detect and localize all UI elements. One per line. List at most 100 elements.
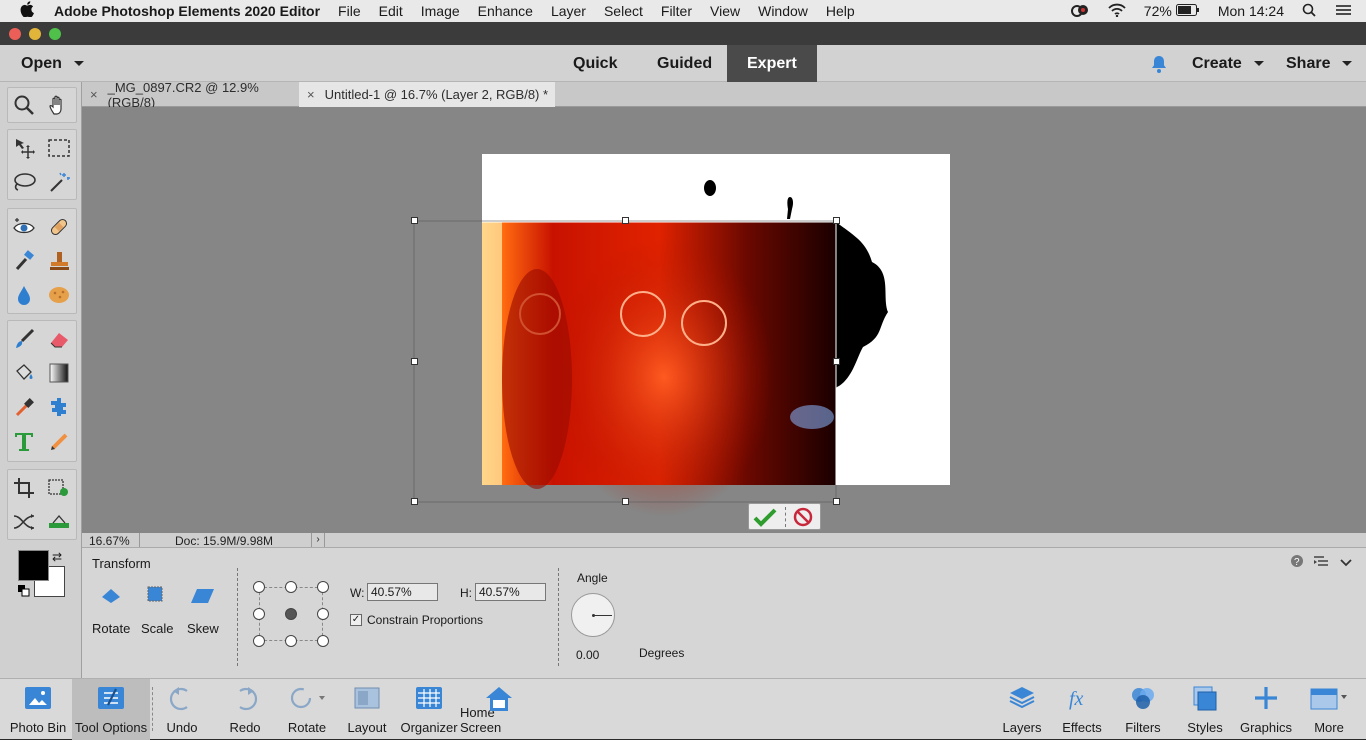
scale-mode-label[interactable]: Scale — [141, 621, 174, 636]
straighten-icon[interactable] — [44, 507, 74, 537]
type-icon[interactable] — [9, 426, 39, 456]
layout-button[interactable]: Layout — [344, 679, 390, 740]
graphics-button[interactable]: Graphics — [1238, 679, 1294, 740]
tool-options-button[interactable]: Tool Options — [72, 679, 150, 740]
collapse-panel-icon[interactable] — [1340, 556, 1352, 571]
mode-guided[interactable]: Guided — [657, 45, 712, 82]
magic-wand-icon[interactable] — [44, 167, 74, 197]
reference-point-center[interactable] — [285, 608, 297, 620]
menu-view[interactable]: View — [710, 3, 740, 19]
close-tab-icon[interactable]: × — [307, 87, 315, 102]
tab-untitled-1[interactable]: × Untitled-1 @ 16.7% (Layer 2, RGB/8) * — [299, 82, 555, 107]
transform-handle-right[interactable] — [833, 358, 840, 365]
cancel-icon[interactable] — [792, 507, 814, 527]
menu-window[interactable]: Window — [758, 3, 808, 19]
constrain-label[interactable]: Constrain Proportions — [367, 613, 483, 627]
app-name[interactable]: Adobe Photoshop Elements 2020 Editor — [54, 3, 320, 19]
menu-image[interactable]: Image — [421, 3, 460, 19]
transform-handle-left[interactable] — [411, 358, 418, 365]
hand-icon[interactable] — [44, 90, 74, 120]
eyedropper-icon[interactable] — [9, 392, 39, 422]
red-eye-icon[interactable] — [9, 212, 39, 242]
photo-bin-button[interactable]: Photo Bin — [8, 679, 68, 740]
close-tab-icon[interactable]: × — [90, 87, 98, 102]
crop-icon[interactable] — [9, 473, 39, 503]
zoom-window-button[interactable] — [49, 28, 61, 40]
menu-file[interactable]: File — [338, 3, 361, 19]
smart-brush-icon[interactable] — [9, 246, 39, 276]
reference-point-r[interactable] — [317, 608, 329, 620]
transform-handle-top-left[interactable] — [411, 217, 418, 224]
angle-value[interactable]: 0.00 — [576, 648, 599, 662]
minimize-window-button[interactable] — [29, 28, 41, 40]
zoom-field[interactable]: 16.67% — [82, 533, 140, 548]
transform-handle-bottom-right[interactable] — [833, 498, 840, 505]
search-icon[interactable] — [1302, 3, 1316, 20]
angle-dial[interactable] — [571, 593, 615, 637]
organizer-button[interactable]: Organizer — [400, 679, 458, 740]
swap-colors-icon[interactable]: ⇄ — [52, 550, 62, 564]
scale-mode-icon[interactable] — [146, 585, 166, 605]
rotate-mode-icon[interactable] — [100, 585, 122, 607]
brush-icon[interactable] — [9, 324, 39, 354]
reference-point-b[interactable] — [285, 635, 297, 647]
tab-mg-0897[interactable]: × _MG_0897.CR2 @ 12.9% (RGB/8) — [82, 80, 299, 110]
constrain-checkbox[interactable]: ✓ — [350, 614, 362, 626]
sponge-icon[interactable] — [44, 280, 74, 310]
transform-handle-top[interactable] — [622, 217, 629, 224]
undo-button[interactable]: Undo — [160, 679, 204, 740]
default-colors-icon[interactable] — [18, 585, 30, 597]
help-icon[interactable]: ? — [1290, 554, 1304, 571]
apple-icon[interactable] — [20, 1, 38, 21]
filters-button[interactable]: Filters — [1122, 679, 1164, 740]
zoom-icon[interactable] — [9, 90, 39, 120]
gradient-icon[interactable] — [44, 358, 74, 388]
commit-checkmark-icon[interactable] — [753, 507, 777, 527]
spot-healing-icon[interactable] — [44, 212, 74, 242]
transform-handle-top-right[interactable] — [833, 217, 840, 224]
mode-expert[interactable]: Expert — [727, 45, 817, 82]
skew-mode-label[interactable]: Skew — [187, 621, 219, 636]
reference-point-tr[interactable] — [317, 581, 329, 593]
rotate-button[interactable]: Rotate — [280, 679, 334, 740]
redo-button[interactable]: Redo — [222, 679, 268, 740]
menu-select[interactable]: Select — [604, 3, 643, 19]
custom-shape-icon[interactable] — [44, 392, 74, 422]
transform-handle-bottom[interactable] — [622, 498, 629, 505]
recompose-icon[interactable] — [44, 473, 74, 503]
rotate-mode-label[interactable]: Rotate — [92, 621, 130, 636]
reference-point-bl[interactable] — [253, 635, 265, 647]
home-screen-button[interactable]: Home Screen — [460, 679, 538, 740]
paint-bucket-icon[interactable] — [9, 358, 39, 388]
styles-button[interactable]: Styles — [1184, 679, 1226, 740]
lasso-icon[interactable] — [9, 167, 39, 197]
reference-point-tl[interactable] — [253, 581, 265, 593]
document-canvas[interactable] — [82, 107, 1366, 533]
menu-enhance[interactable]: Enhance — [478, 3, 533, 19]
clone-stamp-icon[interactable] — [44, 246, 74, 276]
status-arrow-icon[interactable]: › — [311, 533, 325, 547]
height-field[interactable]: 40.57% — [475, 583, 546, 601]
mode-quick[interactable]: Quick — [573, 45, 617, 82]
canvas-workspace[interactable] — [82, 107, 1366, 533]
clock[interactable]: Mon 14:24 — [1218, 3, 1284, 19]
panel-menu-icon[interactable] — [1314, 555, 1330, 570]
menu-help[interactable]: Help — [826, 3, 855, 19]
pencil-icon[interactable] — [44, 426, 74, 456]
more-button[interactable]: More — [1304, 679, 1354, 740]
menu-edit[interactable]: Edit — [379, 3, 403, 19]
create-menu[interactable]: Create — [1192, 45, 1264, 82]
menu-layer[interactable]: Layer — [551, 3, 586, 19]
creative-cloud-icon[interactable] — [1070, 3, 1090, 20]
wifi-icon[interactable] — [1108, 3, 1126, 20]
foreground-color-swatch[interactable] — [18, 550, 49, 581]
layers-button[interactable]: Layers — [1000, 679, 1044, 740]
effects-button[interactable]: fx Effects — [1058, 679, 1106, 740]
battery-icon[interactable] — [1175, 3, 1200, 19]
open-button[interactable]: Open — [21, 45, 84, 82]
skew-mode-icon[interactable] — [191, 588, 215, 604]
width-field[interactable]: 40.57% — [367, 583, 438, 601]
notification-bell-icon[interactable] — [1150, 45, 1168, 82]
menu-filter[interactable]: Filter — [661, 3, 692, 19]
reference-point-t[interactable] — [285, 581, 297, 593]
